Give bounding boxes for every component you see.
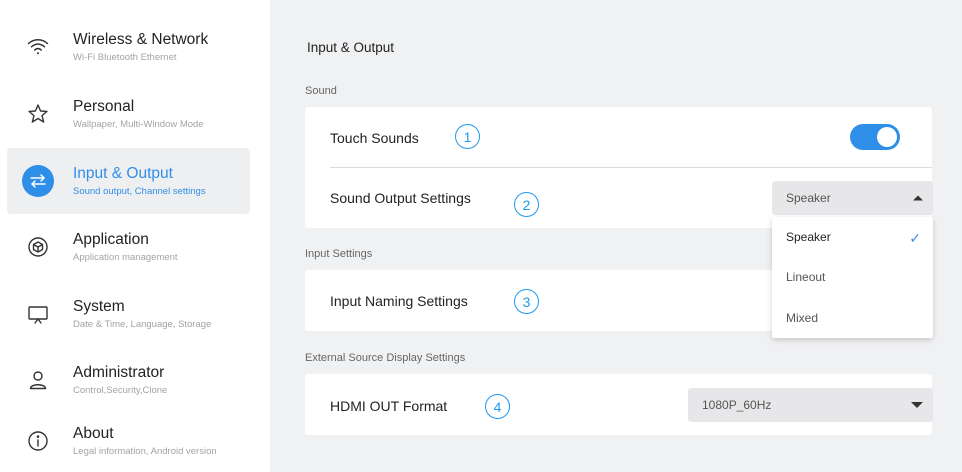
dropdown-option-label: Mixed bbox=[786, 311, 819, 325]
sidebar-item-subtitle: Wi-Fi Bluetooth Ethernet bbox=[73, 52, 177, 63]
sound-output-select[interactable]: Speaker bbox=[772, 181, 933, 215]
hdmi-out-format-select[interactable]: 1080P_60Hz bbox=[688, 388, 933, 422]
wifi-icon bbox=[22, 31, 54, 63]
user-icon bbox=[22, 364, 54, 396]
dropdown-option-label: Lineout bbox=[786, 270, 826, 284]
hdmi-out-label: HDMI OUT Format bbox=[330, 398, 448, 414]
checkmark-icon: ✓ bbox=[909, 230, 921, 246]
caret-up-icon bbox=[913, 195, 923, 201]
sidebar-item-title: System bbox=[73, 298, 125, 315]
monitor-icon bbox=[22, 298, 54, 330]
number-badge: 1 bbox=[455, 124, 480, 149]
sidebar-item-personal[interactable]: Personal Wallpaper, Multi-Window Mode bbox=[7, 81, 250, 147]
input-naming-label: Input Naming Settings bbox=[330, 293, 468, 309]
touch-sounds-label: Touch Sounds bbox=[330, 130, 419, 146]
sidebar-item-system[interactable]: System Date & Time, Language, Storage bbox=[7, 281, 250, 347]
sidebar-item-application[interactable]: Application Application management bbox=[7, 214, 250, 280]
sidebar-item-subtitle: Wallpaper, Multi-Window Mode bbox=[73, 119, 204, 130]
sidebar-item-title: Wireless & Network bbox=[73, 31, 209, 48]
section-label-input-settings: Input Settings bbox=[305, 248, 373, 260]
sidebar-item-subtitle: Sound output, Channel settings bbox=[73, 186, 206, 197]
sidebar-item-about[interactable]: About Legal information, Android version bbox=[7, 408, 250, 472]
sidebar-item-input-output[interactable]: Input & Output Sound output, Channel set… bbox=[7, 148, 250, 214]
cube-icon bbox=[22, 231, 54, 263]
number-badge: 3 bbox=[514, 289, 539, 314]
hdmi-out-value: 1080P_60Hz bbox=[702, 398, 772, 412]
sidebar-item-title: Input & Output bbox=[73, 165, 173, 182]
sidebar: Wireless & Network Wi-Fi Bluetooth Ether… bbox=[0, 0, 258, 472]
sidebar-item-administrator[interactable]: Administrator Control,Security,Clone bbox=[7, 347, 250, 413]
dropdown-option-mixed[interactable]: Mixed bbox=[772, 297, 933, 337]
sidebar-item-title: Personal bbox=[73, 98, 135, 115]
touch-sounds-row[interactable]: Touch Sounds 1 bbox=[305, 107, 932, 167]
section-label-sound: Sound bbox=[305, 85, 337, 97]
main-panel: Input & Output Sound Touch Sounds 1 Soun… bbox=[270, 0, 962, 472]
caret-down-icon bbox=[911, 402, 923, 408]
toggle-knob bbox=[877, 127, 897, 147]
sidebar-item-title: About bbox=[73, 425, 114, 442]
sidebar-item-subtitle: Date & Time, Language, Storage bbox=[73, 319, 212, 330]
sidebar-item-subtitle: Control,Security,Clone bbox=[73, 385, 168, 396]
sidebar-item-wireless-network[interactable]: Wireless & Network Wi-Fi Bluetooth Ether… bbox=[7, 14, 250, 80]
dropdown-option-label: Speaker bbox=[786, 230, 831, 244]
sidebar-item-title: Application bbox=[73, 231, 149, 248]
sound-output-dropdown-menu: Speaker ✓ Lineout Mixed bbox=[772, 217, 933, 338]
swap-arrows-icon bbox=[22, 165, 54, 197]
section-label-external-source: External Source Display Settings bbox=[305, 352, 466, 364]
touch-sounds-toggle[interactable] bbox=[850, 124, 900, 150]
page-title: Input & Output bbox=[307, 40, 395, 55]
number-badge: 2 bbox=[514, 192, 539, 217]
sidebar-item-subtitle: Application management bbox=[73, 252, 178, 263]
sound-output-value: Speaker bbox=[786, 191, 831, 205]
sound-output-label: Sound Output Settings bbox=[330, 190, 471, 206]
dropdown-option-speaker[interactable]: Speaker ✓ bbox=[772, 217, 933, 257]
number-badge: 4 bbox=[485, 394, 510, 419]
star-icon bbox=[22, 98, 54, 130]
sidebar-item-subtitle: Legal information, Android version bbox=[73, 446, 217, 457]
sidebar-item-title: Administrator bbox=[73, 364, 165, 381]
info-icon bbox=[22, 425, 54, 457]
dropdown-option-lineout[interactable]: Lineout bbox=[772, 257, 933, 297]
